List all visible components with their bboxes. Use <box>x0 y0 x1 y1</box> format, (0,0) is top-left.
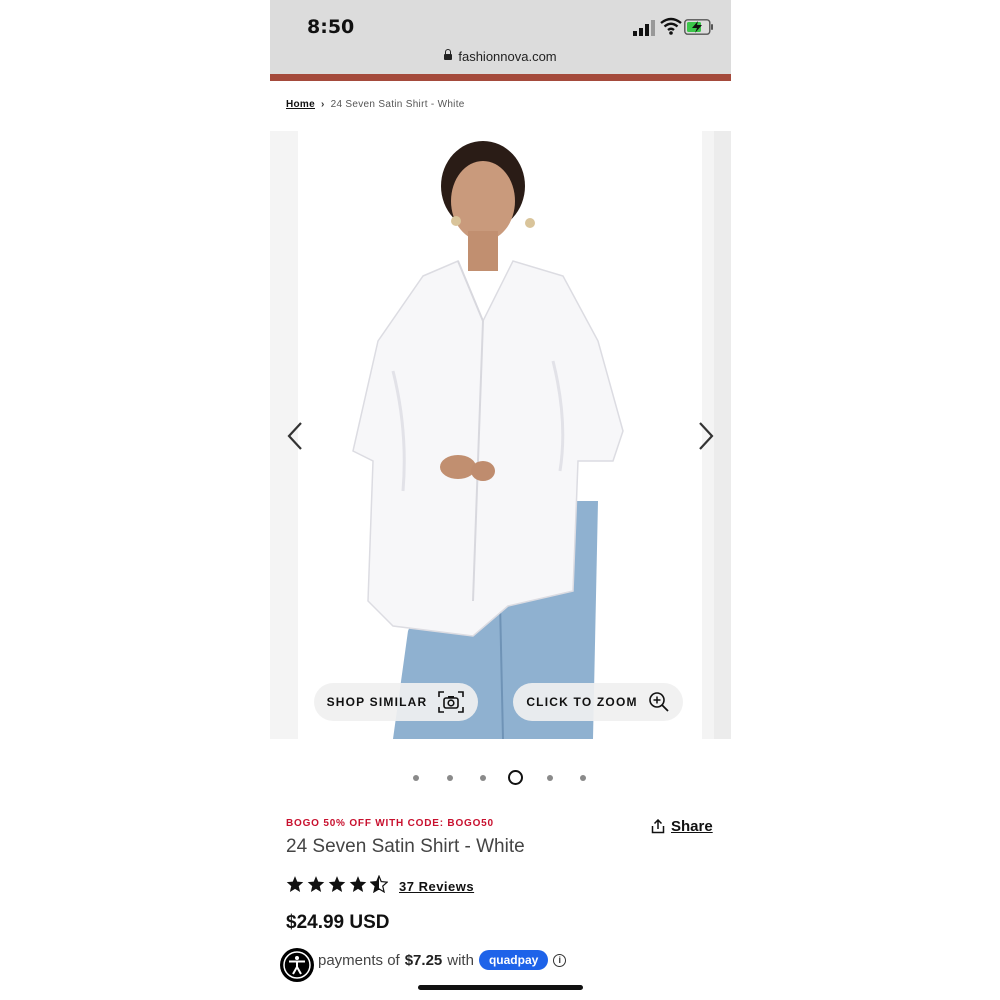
status-time: 8:50 <box>307 16 355 38</box>
payment-with: with <box>447 951 474 969</box>
chevron-left-icon[interactable] <box>285 421 305 451</box>
pagination-dot[interactable] <box>413 775 419 781</box>
camera-scan-icon <box>438 691 465 713</box>
browser-status-bar: 8:50 fashionnova.com <box>270 0 731 76</box>
site-header-edge <box>270 74 731 81</box>
share-icon <box>651 819 665 834</box>
product-price: $24.99 USD <box>286 912 390 933</box>
payment-amount: $7.25 <box>404 951 443 969</box>
star-full-icon <box>328 876 346 892</box>
share-button[interactable]: Share <box>651 818 713 835</box>
pagination-dot-active[interactable] <box>508 770 523 785</box>
quadpay-badge[interactable]: quadpay <box>478 950 549 970</box>
pagination-dot[interactable] <box>447 775 453 781</box>
installment-payment-info: payments of $7.25 with quadpay i <box>318 950 567 970</box>
product-image-gallery[interactable]: SHOP SIMILAR CLICK TO ZOOM <box>270 131 731 739</box>
payment-prefix: payments of <box>318 951 400 969</box>
shop-similar-label: SHOP SIMILAR <box>326 695 428 709</box>
star-rating[interactable] <box>286 875 388 893</box>
product-title: 24 Seven Satin Shirt - White <box>286 836 525 857</box>
star-full-icon <box>349 876 367 892</box>
shop-similar-button[interactable]: SHOP SIMILAR <box>314 683 478 721</box>
phone-screen: 8:50 fashionnova.com Home › 24 Seven Satin… <box>270 0 731 1000</box>
pagination-dot[interactable] <box>480 775 486 781</box>
gallery-pagination <box>270 768 731 788</box>
breadcrumb: Home › 24 Seven Satin Shirt - White <box>286 99 465 110</box>
product-image[interactable] <box>298 131 702 739</box>
pagination-dot[interactable] <box>580 775 586 781</box>
model-wearing-white-shirt-image <box>352 141 624 739</box>
star-half-icon <box>370 875 388 893</box>
zoom-in-icon <box>648 692 669 712</box>
click-to-zoom-label: CLICK TO ZOOM <box>526 695 638 709</box>
address-bar[interactable]: fashionnova.com <box>270 49 731 64</box>
lock-icon <box>444 49 453 60</box>
next-image-peek <box>714 131 731 739</box>
wifi-icon <box>660 17 682 35</box>
pagination-dot[interactable] <box>547 775 553 781</box>
breadcrumb-current: 24 Seven Satin Shirt - White <box>330 99 465 110</box>
click-to-zoom-button[interactable]: CLICK TO ZOOM <box>513 683 683 721</box>
star-full-icon <box>286 876 304 892</box>
reviews-link[interactable]: 37 Reviews <box>399 879 474 894</box>
info-icon[interactable]: i <box>553 953 567 967</box>
accessibility-icon <box>283 951 311 979</box>
breadcrumb-home-link[interactable]: Home <box>286 99 315 110</box>
star-full-icon <box>307 876 325 892</box>
battery-charging-icon <box>684 19 713 35</box>
url-text: fashionnova.com <box>458 49 557 64</box>
cellular-signal-icon <box>633 20 655 36</box>
share-label: Share <box>671 818 713 835</box>
accessibility-button[interactable] <box>280 948 314 982</box>
home-indicator <box>418 985 583 990</box>
chevron-right-icon: › <box>320 99 325 110</box>
chevron-right-icon[interactable] <box>696 421 716 451</box>
promo-banner: BOGO 50% OFF WITH CODE: BOGO50 <box>286 818 494 829</box>
